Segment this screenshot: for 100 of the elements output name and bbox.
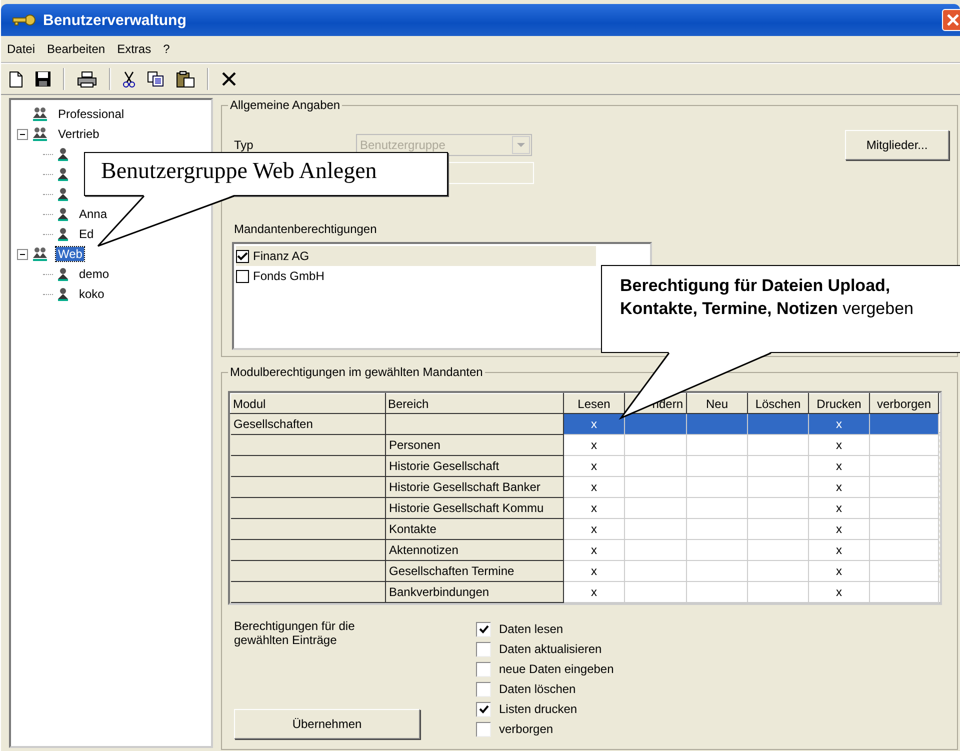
user-icon [57,187,69,201]
tree-item[interactable]: koko [77,287,106,301]
table-cell [686,540,748,560]
list-item[interactable]: Fonds GmbH [236,266,596,286]
key-icon [11,13,37,27]
table-cell [748,414,808,434]
checkbox-label: Listen drucken [499,702,578,716]
table-cell: x [564,498,624,518]
column-header: Neu [686,394,748,414]
user-icon [57,287,69,301]
apply-button[interactable]: Übernehmen [234,709,420,739]
table-cell [870,434,938,456]
table-cell: x [564,582,624,602]
table-cell: x [808,518,870,540]
menu-item[interactable]: Datei [7,42,36,56]
table-cell [686,414,748,434]
close-button[interactable] [942,9,960,31]
table-cell [870,476,938,498]
table-cell: x [808,560,870,582]
table-cell: x [808,582,870,602]
table-cell [686,456,748,476]
table-cell: Historie Gesellschaft Banker [386,476,564,498]
tree-item[interactable]: Ed [77,227,96,241]
table-cell [686,434,748,456]
table-cell: x [808,434,870,456]
column-header: Drucken [808,394,870,414]
table-cell [624,518,686,540]
menu-item[interactable]: Bearbeiten [47,42,106,56]
checkbox[interactable] [236,250,249,262]
table-cell: x [808,498,870,518]
table-cell: x [564,540,624,560]
table-cell: x [564,434,624,456]
table-cell [748,560,808,582]
list-item[interactable]: Finanz AG [236,246,596,266]
column-header: Bereich [386,394,564,414]
checkbox[interactable] [476,682,491,696]
tree-item[interactable]: Professional [56,107,126,121]
table-cell [748,540,808,560]
table-cell [748,456,808,476]
tree-item[interactable]: Anna [77,207,110,221]
menu-item[interactable]: Extras [117,42,152,56]
column-header: verborgen [870,394,938,414]
save-icon[interactable] [35,71,51,87]
checkbox-label: neue Daten eingeben [499,662,614,676]
column-header: Löschen [748,394,808,414]
user-icon [57,207,69,221]
members-button[interactable]: Mitglieder... [845,130,949,160]
table-cell [624,582,686,602]
table-cell [870,456,938,476]
table-cell: x [808,414,870,434]
delete-icon[interactable] [221,71,237,87]
checkbox[interactable] [236,270,249,282]
copy-icon[interactable] [147,71,164,87]
column-header: Lesen [564,394,624,414]
table-cell: Historie Gesellschaft [386,456,564,476]
table-cell: x [564,456,624,476]
tree-item[interactable]: demo [77,267,112,281]
caret-icon [517,143,525,147]
table-cell: x [808,476,870,498]
user-group-icon [32,106,48,122]
table-cell: x [564,560,624,582]
scissors-icon[interactable] [123,70,135,88]
table-cell: Kontakte [386,518,564,540]
table-cell: x [564,414,624,434]
group-title: Modulberechtigungen im gewählten Mandanten [229,365,484,379]
list-label: Mandantenberechtigungen [233,222,378,236]
table-cell: Historie Gesellschaft Kommu [386,498,564,518]
table-cell [624,560,686,582]
table-cell [624,414,686,434]
printer-icon[interactable] [77,70,97,88]
table-cell [686,476,748,498]
table-cell [686,560,748,582]
table-cell [624,476,686,498]
table-cell [686,518,748,540]
collapse-toggle[interactable] [17,128,28,140]
info-label: Berechtigungen für die gewählten Einträge [234,619,356,647]
tree-item[interactable]: Web [56,247,84,261]
checkbox[interactable] [476,642,491,656]
checkbox[interactable] [476,702,491,716]
table-cell: x [808,540,870,560]
tree-item[interactable]: Vertrieb [56,127,102,141]
user-icon [57,147,69,161]
table-cell [748,582,808,602]
table-cell [870,498,938,518]
checkbox[interactable] [476,722,491,736]
table-cell [624,434,686,456]
table-cell: Bankverbindungen [386,582,564,602]
menu-item[interactable]: ? [163,42,170,56]
field-label: Typ [233,138,254,152]
table-cell [686,498,748,518]
collapse-toggle[interactable] [17,248,28,260]
table-cell [870,560,938,582]
checkbox[interactable] [476,662,491,676]
table-cell [870,582,938,602]
user-icon [57,227,69,241]
checkbox-label: Daten lesen [499,622,564,636]
new-file-icon[interactable] [9,70,23,88]
table-cell [624,456,686,476]
checkbox[interactable] [476,622,491,636]
paste-icon[interactable] [176,70,195,88]
